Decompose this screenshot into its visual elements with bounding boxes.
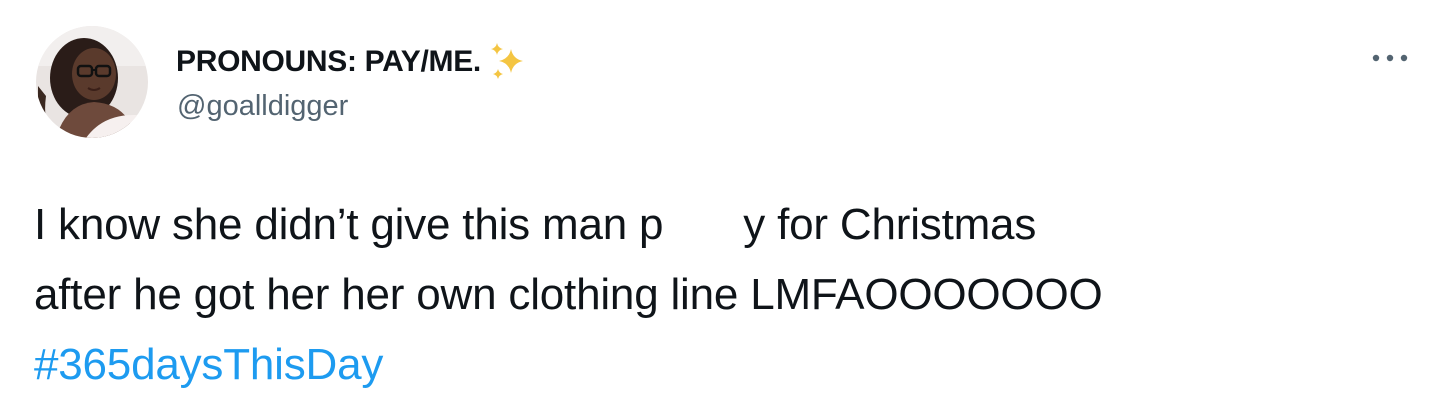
tweet-text-line-1-part-1: I know she didn’t give this man p (34, 200, 664, 249)
sparkles-icon (490, 43, 523, 79)
hashtag-link[interactable]: #365daysThisDay (34, 330, 1414, 400)
tweet-text-line-2: after he got her her own clothing line L… (34, 270, 1103, 319)
author-name-row: PRONOUNS: PAY/ME. (176, 40, 529, 84)
tweet-card: PRONOUNS: PAY/ME. @goalldigger I know sh… (0, 0, 1440, 412)
avatar[interactable] (36, 26, 148, 138)
user-handle[interactable]: @goalldigger (177, 90, 348, 123)
tweet-text-line-1-part-2: y for Christmas (743, 200, 1037, 249)
tweet-text-line-1: I know she didn’t give this man p y for C… (34, 190, 1414, 260)
tweet-text: I know she didn’t give this man p y for C… (34, 190, 1414, 400)
more-dots-icon[interactable] (1370, 48, 1410, 68)
display-name[interactable]: PRONOUNS: PAY/ME. (176, 45, 481, 79)
avatar-photo (36, 26, 148, 138)
